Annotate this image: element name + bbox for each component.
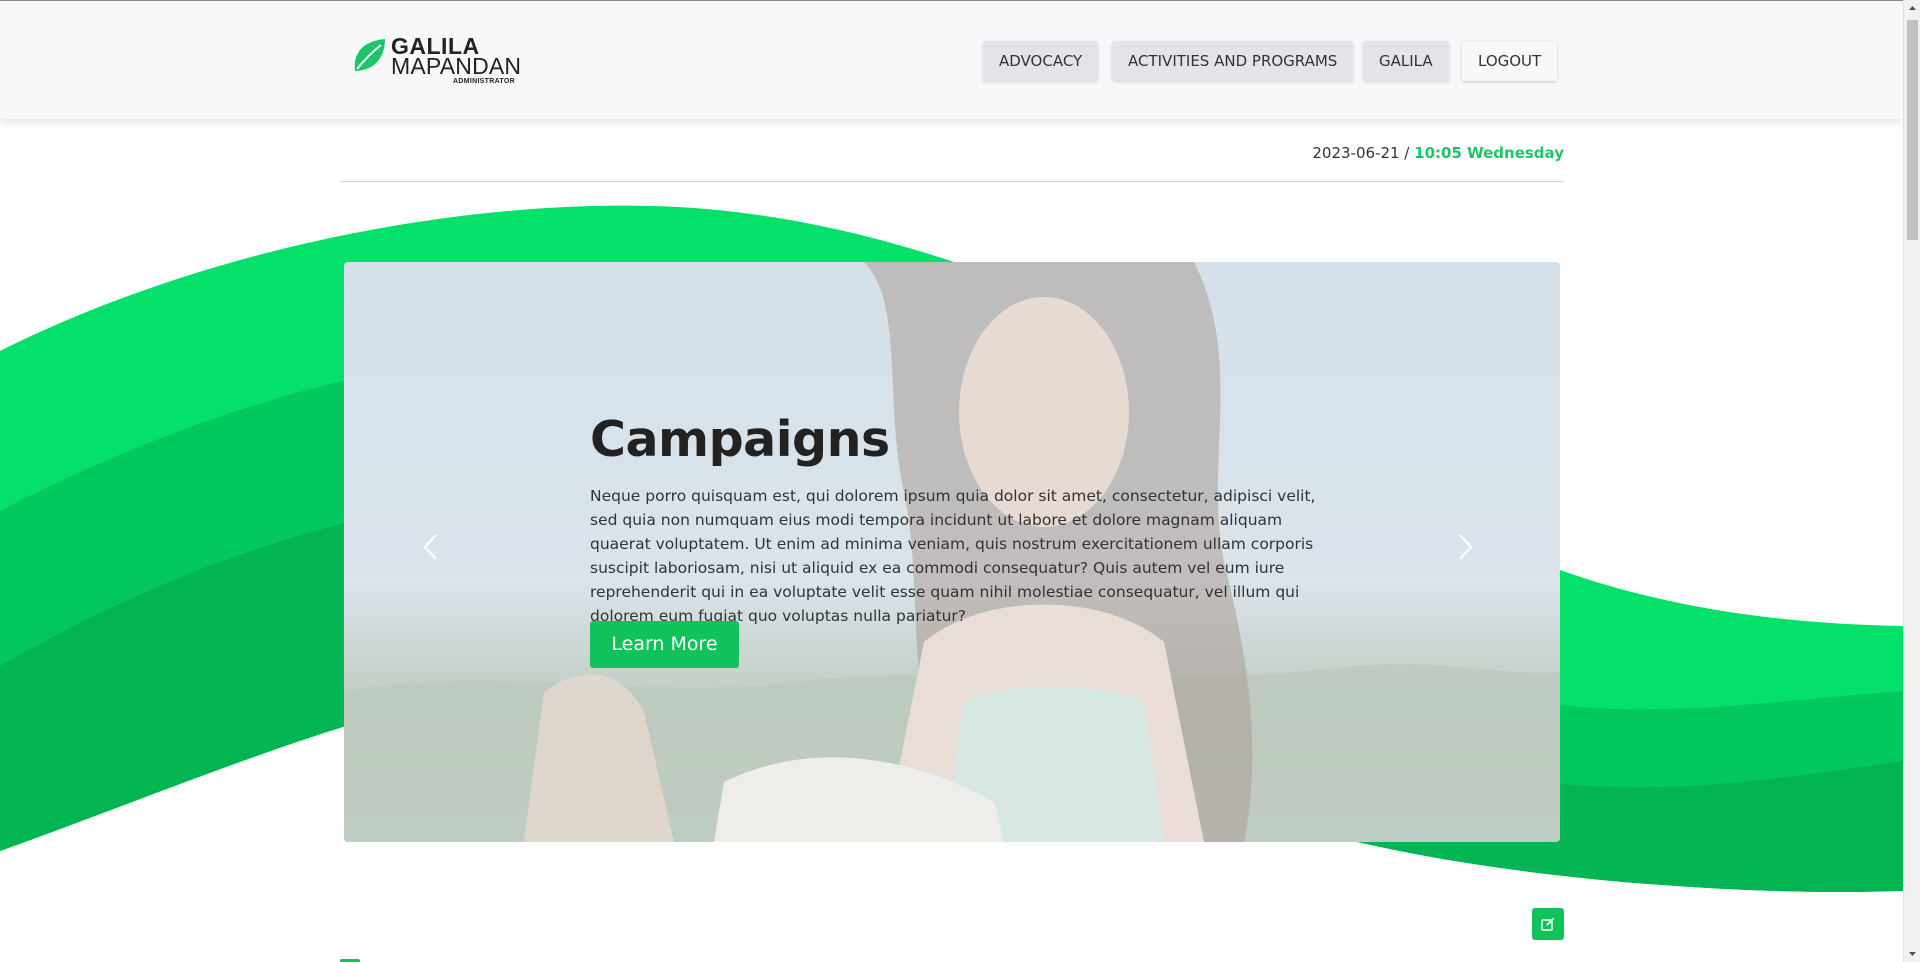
scroll-up-arrow-icon[interactable]	[1904, 0, 1920, 17]
current-time: 10:05 Wednesday	[1414, 144, 1564, 162]
current-date: 2023-06-21 /	[1312, 144, 1410, 162]
leaf-logo-icon	[354, 39, 385, 71]
carousel-title: Campaigns	[590, 411, 890, 468]
logout-button[interactable]: LOGOUT	[1462, 41, 1558, 81]
edit-button[interactable]	[1532, 908, 1564, 940]
scrollbar-thumb[interactable]	[1907, 20, 1918, 240]
header-divider	[340, 181, 1564, 182]
edit-icon	[1541, 917, 1555, 931]
page: GALILA MAPANDAN ADMINISTRATOR ADVOCACY A…	[0, 0, 1903, 962]
carousel-caption: Campaigns Neque porro quisquam est, qui …	[590, 411, 1320, 628]
learn-more-button[interactable]: Learn More	[590, 621, 739, 668]
top-navbar: GALILA MAPANDAN ADMINISTRATOR ADVOCACY A…	[0, 1, 1903, 119]
brand-role: ADMINISTRATOR	[453, 78, 515, 85]
scroll-down-arrow-icon[interactable]	[1904, 945, 1920, 962]
page-scrollbar[interactable]	[1903, 0, 1920, 962]
hero-carousel: Campaigns Neque porro quisquam est, qui …	[344, 262, 1560, 842]
nav-galila[interactable]: GALILA	[1363, 41, 1449, 81]
brand-logo[interactable]: GALILA MAPANDAN ADMINISTRATOR	[351, 34, 521, 86]
chevron-right-icon[interactable]	[1450, 527, 1480, 567]
nav-advocacy[interactable]: ADVOCACY	[983, 41, 1099, 81]
carousel-description: Neque porro quisquam est, qui dolorem ip…	[590, 487, 1316, 625]
chevron-left-icon[interactable]	[416, 527, 446, 567]
datetime-display: 2023-06-21 / 10:05 Wednesday	[1312, 144, 1564, 162]
nav-activities-and-programs[interactable]: ACTIVITIES AND PROGRAMS	[1112, 41, 1354, 81]
brand-name-line2: MAPANDAN	[391, 53, 522, 79]
